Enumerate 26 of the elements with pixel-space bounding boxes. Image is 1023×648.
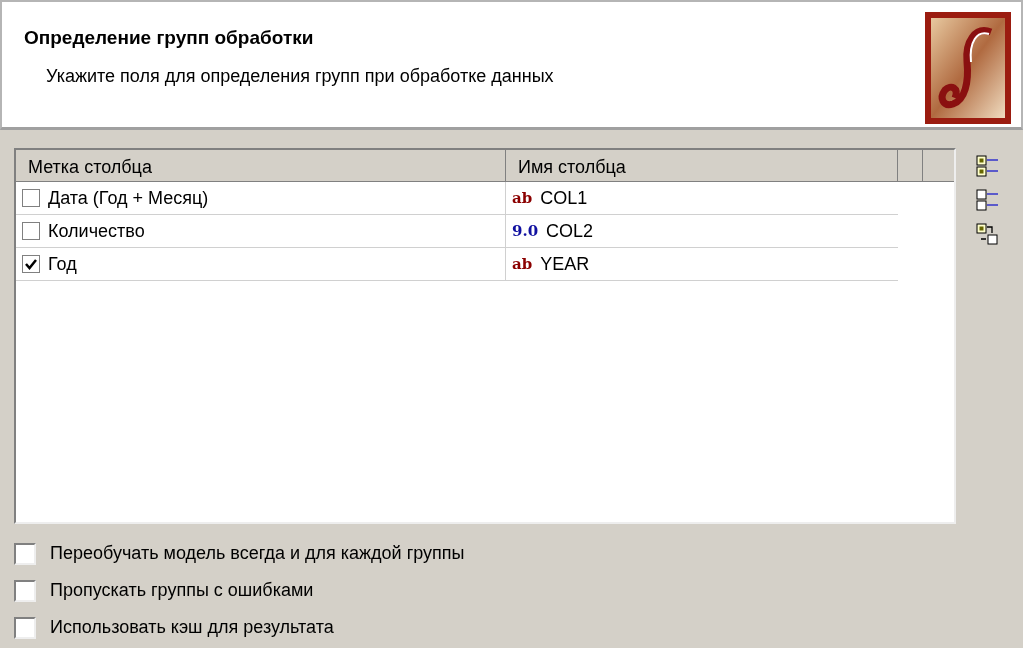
invert-selection-icon[interactable] xyxy=(974,222,1000,246)
option-label: Переобучать модель всегда и для каждой группы xyxy=(50,542,465,565)
checkbox[interactable] xyxy=(14,542,36,565)
checkbox[interactable] xyxy=(14,616,36,639)
option-label: Использовать кэш для результата xyxy=(50,616,334,639)
header-subtitle: Укажите поля для определения групп при обработке данных xyxy=(46,64,554,88)
select-all-icon[interactable] xyxy=(974,154,1000,178)
option-label: Пропускать группы с ошибками xyxy=(50,579,314,602)
column-name: YEAR xyxy=(540,252,590,276)
checkbox[interactable] xyxy=(22,189,40,207)
column-name: COL2 xyxy=(546,219,594,243)
checkbox[interactable] xyxy=(22,255,40,273)
column-header[interactable]: Имя столбца xyxy=(506,150,898,181)
checkbox[interactable] xyxy=(22,222,40,240)
pipe-logo-icon xyxy=(925,12,1011,124)
row-label: Год xyxy=(48,252,77,276)
header-title: Определение групп обработки xyxy=(24,26,315,50)
column-header[interactable]: Метка столбца xyxy=(16,150,506,181)
column-name: COL1 xyxy=(540,186,588,210)
row-label: Количество xyxy=(48,219,145,243)
checkbox[interactable] xyxy=(14,579,36,602)
type-label: ab xyxy=(512,253,533,275)
type-label: ab xyxy=(512,187,533,209)
type-label: 9.0 xyxy=(512,220,539,242)
deselect-all-icon[interactable] xyxy=(974,188,1000,212)
row-label: Дата (Год + Месяц) xyxy=(48,186,209,210)
